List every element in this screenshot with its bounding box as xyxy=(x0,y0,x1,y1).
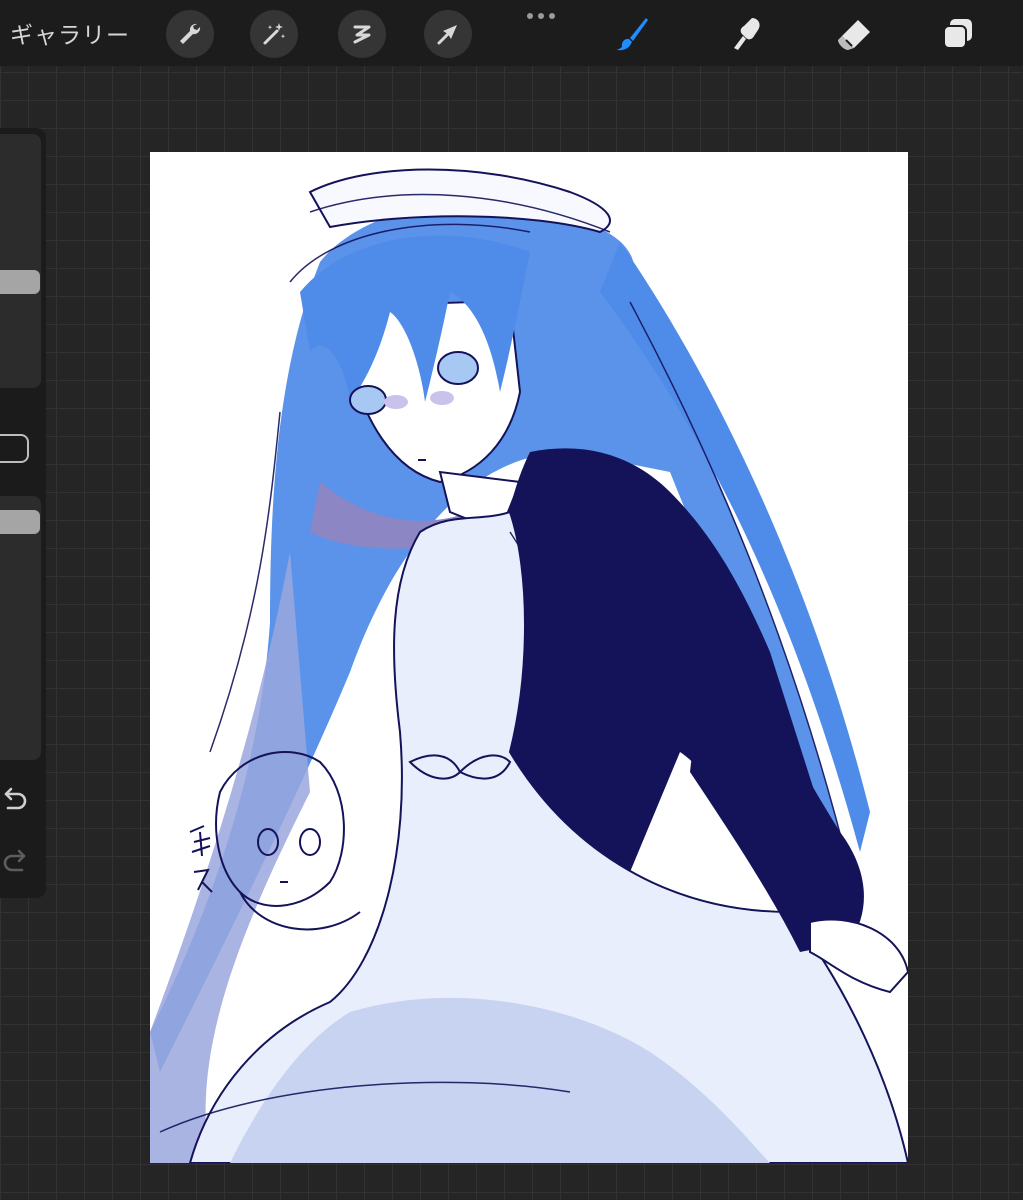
modify-button[interactable] xyxy=(0,434,29,463)
undo-icon xyxy=(4,787,27,810)
blush-left xyxy=(384,395,408,409)
brush-tool[interactable] xyxy=(608,10,656,58)
ellipsis-icon xyxy=(527,13,555,19)
blush-right xyxy=(430,391,454,405)
left-sidebar xyxy=(0,128,46,898)
layers-icon xyxy=(943,19,972,49)
adjustments-button[interactable] xyxy=(250,10,298,58)
redo-icon xyxy=(3,849,26,872)
more-options-button[interactable] xyxy=(524,2,558,22)
eraser-icon xyxy=(838,20,870,50)
opacity-thumb[interactable] xyxy=(0,510,40,534)
opacity-slider[interactable] xyxy=(0,496,41,760)
drawing-canvas[interactable] xyxy=(150,152,908,1163)
transform-arrow-icon xyxy=(437,25,457,45)
right-eye xyxy=(437,351,479,385)
undo-button[interactable] xyxy=(0,782,34,816)
artwork xyxy=(150,168,908,1163)
smudge-icon xyxy=(734,18,760,50)
gallery-button[interactable]: ギャラリー xyxy=(10,16,130,50)
selection-button[interactable] xyxy=(338,10,386,58)
top-toolbar: ギャラリー xyxy=(0,0,1023,66)
brush-size-slider[interactable] xyxy=(0,134,41,388)
eraser-tool[interactable] xyxy=(830,10,878,58)
layers-tool[interactable] xyxy=(934,10,982,58)
transform-button[interactable] xyxy=(424,10,472,58)
wrench-icon xyxy=(180,23,201,44)
brush-icon xyxy=(617,18,648,51)
actions-button[interactable] xyxy=(166,10,214,58)
magic-wand-icon xyxy=(263,23,286,45)
smudge-tool[interactable] xyxy=(724,10,772,58)
left-eye xyxy=(349,385,387,415)
selection-icon xyxy=(353,25,371,44)
brush-size-thumb[interactable] xyxy=(0,270,40,294)
redo-button[interactable] xyxy=(0,844,34,878)
